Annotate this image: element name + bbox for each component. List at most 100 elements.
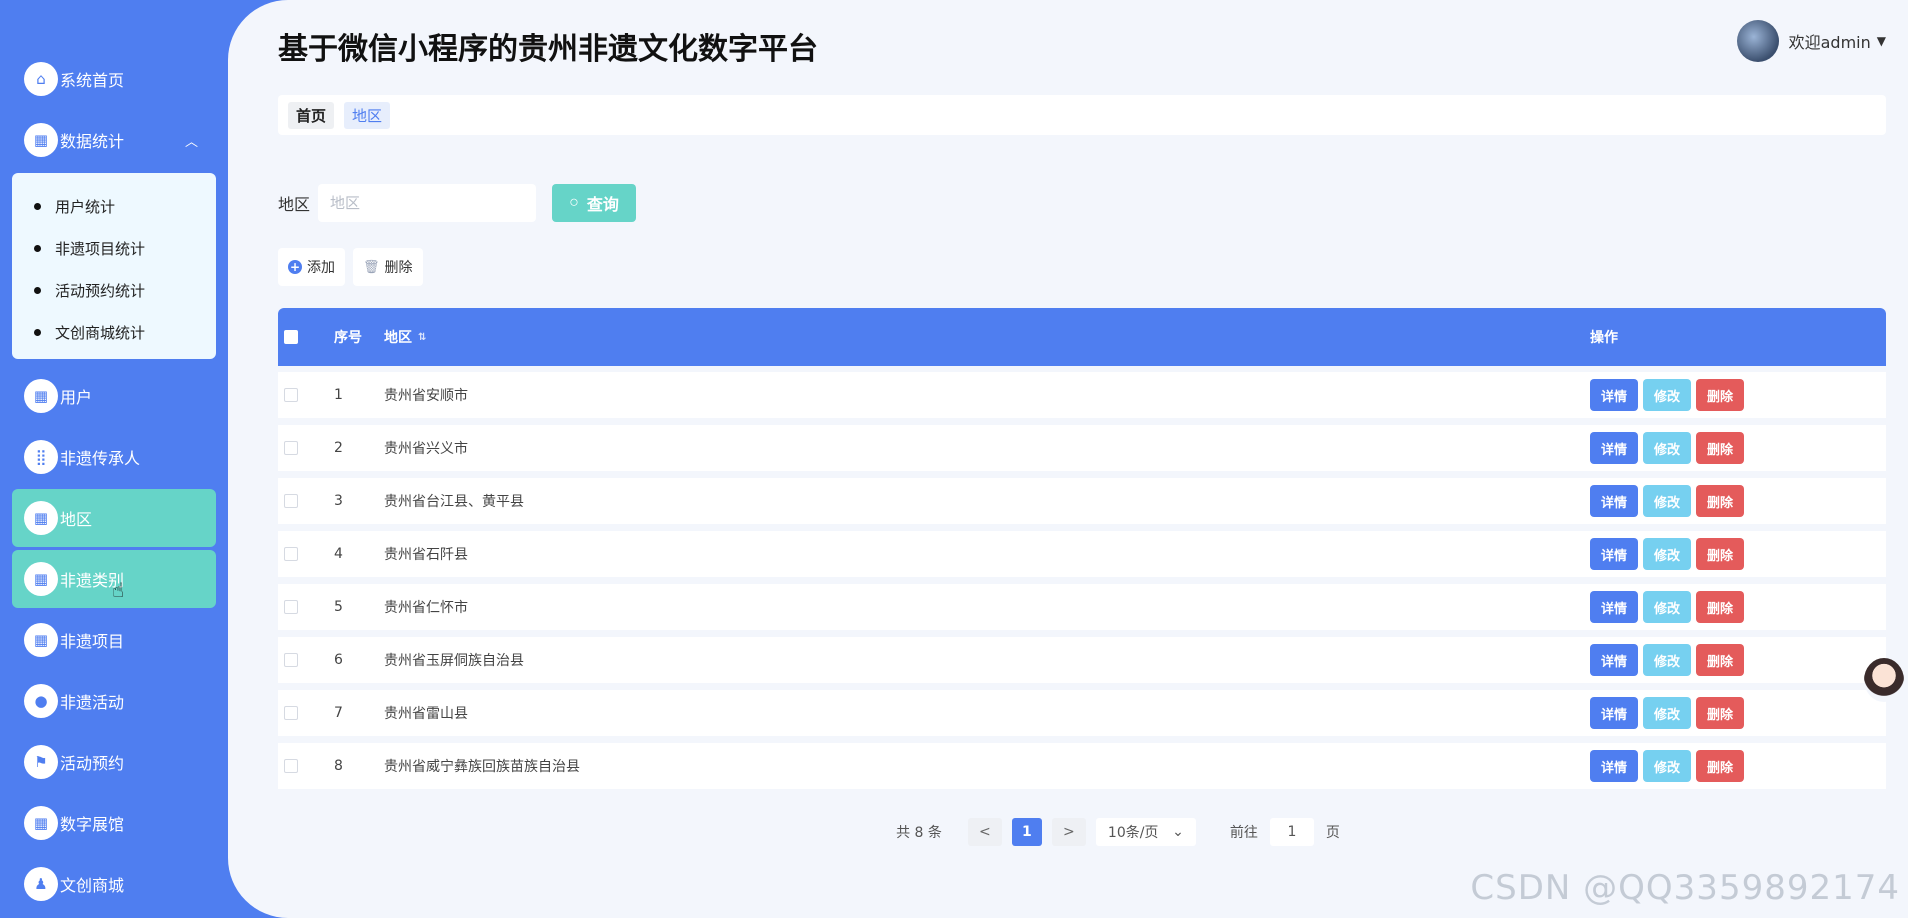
table-header: 序号 地区 ⇅ 操作 [278, 308, 1886, 366]
avatar [1736, 20, 1779, 62]
delete-button[interactable]: 删除 [1696, 485, 1744, 517]
row-checkbox[interactable] [284, 759, 298, 773]
user-menu[interactable]: 欢迎admin ▼ [1736, 20, 1886, 62]
sidebar-item-region[interactable]: ▦ 地区 [12, 489, 216, 547]
row-region: 贵州省安顺市 [384, 388, 468, 404]
trash-icon: 🗑 [363, 259, 380, 275]
caret-down-icon: ▼ [1876, 34, 1886, 48]
sort-icon[interactable]: ⇅ [418, 332, 426, 343]
sidebar: ⌂ 系统首页 ▦ 数据统计 ︿ 用户统计 非遗项目统计 活动预约统计 文创商城统… [0, 0, 228, 918]
delete-button[interactable]: 删除 [1696, 697, 1744, 729]
header-index: 序号 [334, 330, 362, 346]
detail-button[interactable]: 详情 [1590, 485, 1638, 517]
sidebar-item-activities[interactable]: ● 非遗活动 [12, 672, 216, 730]
sidebar-item-label: 数据统计 [60, 132, 125, 151]
next-page-button[interactable]: > [1051, 818, 1086, 846]
sidebar-item-users[interactable]: ▦ 用户 [12, 367, 216, 425]
row-checkbox[interactable] [284, 547, 298, 561]
table-row: 5 贵州省仁怀市 详情 修改 删除 [278, 584, 1886, 630]
goto-page-input[interactable]: 1 [1269, 818, 1314, 846]
sidebar-item-museum[interactable]: ▦ 数字展馆 [12, 794, 216, 852]
submenu-item-label: 文创商城统计 [55, 323, 146, 342]
user-icon: ● [24, 684, 58, 718]
delete-button[interactable]: 删除 [1696, 750, 1744, 782]
table-row: 8 贵州省威宁彝族回族苗族自治县 详情 修改 删除 [278, 743, 1886, 789]
edit-button[interactable]: 修改 [1643, 379, 1691, 411]
total-count: 共 8 条 [896, 825, 942, 841]
bullet-icon [34, 328, 41, 336]
delete-button[interactable]: 删除 [1696, 644, 1744, 676]
grid-icon: ▦ [24, 562, 58, 596]
submenu-item-shop-stats[interactable]: 文创商城统计 [12, 311, 216, 353]
sidebar-item-projects[interactable]: ▦ 非遗项目 [12, 611, 216, 669]
plus-circle-icon: + [288, 260, 302, 274]
delete-button[interactable]: 删除 [1696, 379, 1744, 411]
row-index: 7 [334, 705, 343, 721]
main-panel: 基于微信小程序的贵州非遗文化数字平台 欢迎admin ▼ 首页 地区 地区 ○ … [228, 0, 1908, 918]
add-button[interactable]: + 添加 [278, 248, 345, 286]
row-index: 3 [334, 493, 343, 509]
submenu-item-label: 活动预约统计 [55, 281, 146, 300]
sidebar-item-shop[interactable]: ♟ 文创商城 [12, 855, 216, 913]
table-row: 6 贵州省玉屏侗族自治县 详情 修改 删除 [278, 637, 1886, 683]
edit-button[interactable]: 修改 [1643, 485, 1691, 517]
table-row: 7 贵州省雷山县 详情 修改 删除 [278, 690, 1886, 736]
add-button-label: 添加 [307, 260, 335, 276]
submenu-item-user-stats[interactable]: 用户统计 [12, 185, 216, 227]
row-index: 8 [334, 758, 343, 774]
apps-icon: ⣿ [24, 440, 58, 474]
table-body: 1 贵州省安顺市 详情 修改 删除 2 贵州省兴义市 详情 修改 删除 3 贵州省台江县、黄平县 详情修… [278, 372, 1886, 789]
row-region: 贵州省雷山县 [384, 706, 468, 722]
sidebar-item-statistics[interactable]: ▦ 数据统计 ︿ [12, 111, 216, 169]
detail-button[interactable]: 详情 [1590, 432, 1638, 464]
row-region: 贵州省兴义市 [384, 441, 468, 457]
pagination: 共 8 条 < 1 > 10条/页 ⌄ 前往 1 页 [228, 818, 1908, 846]
page-size-select[interactable]: 10条/页 ⌄ [1095, 818, 1196, 846]
row-checkbox[interactable] [284, 441, 298, 455]
goto-suffix: 页 [1325, 825, 1340, 841]
submenu-item-booking-stats[interactable]: 活动预约统计 [12, 269, 216, 311]
sidebar-item-bookings[interactable]: ⚑ 活动预约 [12, 733, 216, 791]
submenu-item-project-stats[interactable]: 非遗项目统计 [12, 227, 216, 269]
batch-delete-button[interactable]: 🗑 删除 [353, 248, 423, 286]
detail-button[interactable]: 详情 [1590, 538, 1638, 570]
detail-button[interactable]: 详情 [1590, 591, 1638, 623]
delete-button[interactable]: 删除 [1696, 432, 1744, 464]
edit-button[interactable]: 修改 [1643, 432, 1691, 464]
detail-button[interactable]: 详情 [1590, 379, 1638, 411]
delete-button[interactable]: 删除 [1696, 591, 1744, 623]
pointer-cursor-icon: ☝ [112, 578, 125, 602]
header-region[interactable]: 地区 ⇅ [384, 327, 1590, 347]
sidebar-item-home[interactable]: ⌂ 系统首页 [12, 50, 216, 108]
page-1-button[interactable]: 1 [1011, 818, 1042, 846]
grid-icon: ▦ [24, 379, 58, 413]
region-search-input[interactable] [318, 184, 537, 222]
edit-button[interactable]: 修改 [1643, 750, 1691, 782]
delete-button[interactable]: 删除 [1696, 538, 1744, 570]
detail-button[interactable]: 详情 [1590, 644, 1638, 676]
search-label: 地区 [278, 195, 311, 214]
detail-button[interactable]: 详情 [1590, 750, 1638, 782]
sidebar-item-label: 地区 [60, 510, 93, 529]
sidebar-item-inheritors[interactable]: ⣿ 非遗传承人 [12, 428, 216, 486]
select-all-checkbox[interactable] [284, 330, 298, 344]
row-checkbox[interactable] [284, 388, 298, 402]
row-checkbox[interactable] [284, 600, 298, 614]
search-button[interactable]: ○ 查询 [552, 184, 637, 222]
edit-button[interactable]: 修改 [1643, 697, 1691, 729]
row-checkbox[interactable] [284, 706, 298, 720]
detail-button[interactable]: 详情 [1590, 697, 1638, 729]
edit-button[interactable]: 修改 [1643, 644, 1691, 676]
table-row: 1 贵州省安顺市 详情 修改 删除 [278, 372, 1886, 418]
goto-page: 前往 1 页 [1230, 818, 1340, 846]
row-checkbox[interactable] [284, 653, 298, 667]
grid-icon: ▦ [24, 501, 58, 535]
edit-button[interactable]: 修改 [1643, 538, 1691, 570]
prev-page-button[interactable]: < [967, 818, 1002, 846]
row-checkbox[interactable] [284, 494, 298, 508]
chevron-down-icon: ⌄ [1172, 824, 1184, 840]
assistant-avatar[interactable] [1864, 658, 1904, 702]
edit-button[interactable]: 修改 [1643, 591, 1691, 623]
breadcrumb-home[interactable]: 首页 [288, 101, 335, 129]
bullet-icon [34, 202, 41, 210]
